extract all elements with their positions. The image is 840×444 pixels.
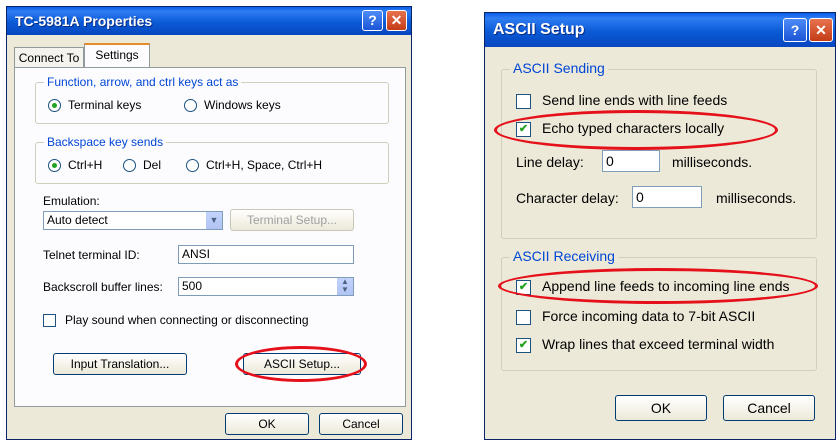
windows-keys-radio[interactable] (184, 99, 197, 112)
backspace-group: Backspace key sends Ctrl+H Del Ctrl+H, S… (35, 135, 389, 184)
settings-panel: Function, arrow, and ctrl keys act as Te… (14, 67, 406, 407)
terminal-setup-button[interactable]: Terminal Setup... (230, 209, 354, 231)
ctrl-h-label[interactable]: Ctrl+H (68, 158, 102, 172)
line-delay-unit: milliseconds. (672, 154, 753, 170)
terminal-keys-radio[interactable] (48, 99, 61, 112)
properties-title: TC-5981A Properties (15, 13, 153, 29)
spinner-icon[interactable]: ▲ ▼ (336, 278, 353, 295)
help-icon[interactable]: ? (362, 10, 383, 31)
ascii-sending-legend: ASCII Sending (510, 60, 608, 76)
input-translation-button[interactable]: Input Translation... (53, 353, 187, 375)
char-delay-unit: milliseconds. (716, 190, 797, 206)
ascii-ok-button[interactable]: OK (615, 395, 707, 421)
backscroll-label: Backscroll buffer lines: (43, 280, 163, 294)
cancel-button[interactable]: Cancel (319, 413, 403, 435)
terminal-keys-label[interactable]: Terminal keys (68, 98, 141, 112)
windows-keys-label[interactable]: Windows keys (204, 98, 281, 112)
send-line-ends-checkbox[interactable] (516, 94, 531, 109)
backscroll-stepper[interactable]: 500 ▲ ▼ (178, 277, 354, 296)
char-delay-input[interactable]: 0 (632, 186, 702, 208)
function-keys-group: Function, arrow, and ctrl keys act as Te… (35, 75, 389, 124)
properties-window: TC-5981A Properties ? ✕ Connect To Setti… (6, 6, 412, 440)
ascii-receiving-legend: ASCII Receiving (510, 248, 618, 264)
del-radio[interactable] (123, 159, 136, 172)
force-7bit-checkbox[interactable] (516, 310, 531, 325)
line-delay-label: Line delay: (516, 154, 584, 170)
function-keys-legend: Function, arrow, and ctrl keys act as (44, 75, 242, 89)
line-delay-input[interactable]: 0 (602, 150, 660, 172)
telnet-id-label: Telnet terminal ID: (43, 248, 140, 262)
ascii-sending-group: ASCII Sending Send line ends with line f… (494, 60, 817, 239)
ascii-title: ASCII Setup (493, 21, 585, 38)
properties-title-bar[interactable]: TC-5981A Properties (7, 7, 411, 35)
ascii-cancel-button[interactable]: Cancel (723, 395, 815, 421)
telnet-id-input[interactable]: ANSI (178, 245, 354, 264)
play-sound-checkbox[interactable] (43, 314, 56, 327)
close-icon[interactable]: ✕ (386, 10, 407, 31)
ctrl-h-radio[interactable] (48, 159, 61, 172)
play-sound-label[interactable]: Play sound when connecting or disconnect… (65, 313, 309, 327)
help-icon[interactable]: ? (783, 18, 807, 42)
emulation-value: Auto detect (47, 213, 108, 227)
tab-connect-to[interactable]: Connect To (14, 47, 84, 67)
ascii-setup-highlight (235, 346, 367, 382)
wrap-lines-checkbox[interactable]: ✔ (516, 338, 531, 353)
append-highlight (498, 268, 818, 304)
echo-highlight (494, 110, 778, 150)
close-icon[interactable]: ✕ (809, 18, 833, 42)
force-7bit-label[interactable]: Force incoming data to 7-bit ASCII (542, 308, 755, 324)
del-label[interactable]: Del (143, 158, 161, 172)
ok-button[interactable]: OK (225, 413, 309, 435)
tab-settings[interactable]: Settings (84, 43, 150, 68)
ascii-receiving-group: ASCII Receiving ✔ Append line feeds to i… (498, 248, 818, 371)
emulation-label: Emulation: (43, 194, 100, 208)
emulation-select[interactable]: Auto detect ▼ (43, 211, 223, 230)
send-line-ends-label[interactable]: Send line ends with line feeds (542, 92, 727, 108)
backscroll-value: 500 (182, 279, 203, 293)
ctrl-h-space-radio[interactable] (186, 159, 199, 172)
ascii-setup-window: ASCII Setup ? ✕ ASCII Sending Send line … (484, 12, 836, 440)
backspace-legend: Backspace key sends (44, 135, 167, 149)
ctrl-h-space-label[interactable]: Ctrl+H, Space, Ctrl+H (206, 158, 322, 172)
chevron-down-icon[interactable]: ▼ (205, 212, 222, 229)
char-delay-label: Character delay: (516, 190, 619, 206)
wrap-lines-label[interactable]: Wrap lines that exceed terminal width (542, 336, 774, 352)
